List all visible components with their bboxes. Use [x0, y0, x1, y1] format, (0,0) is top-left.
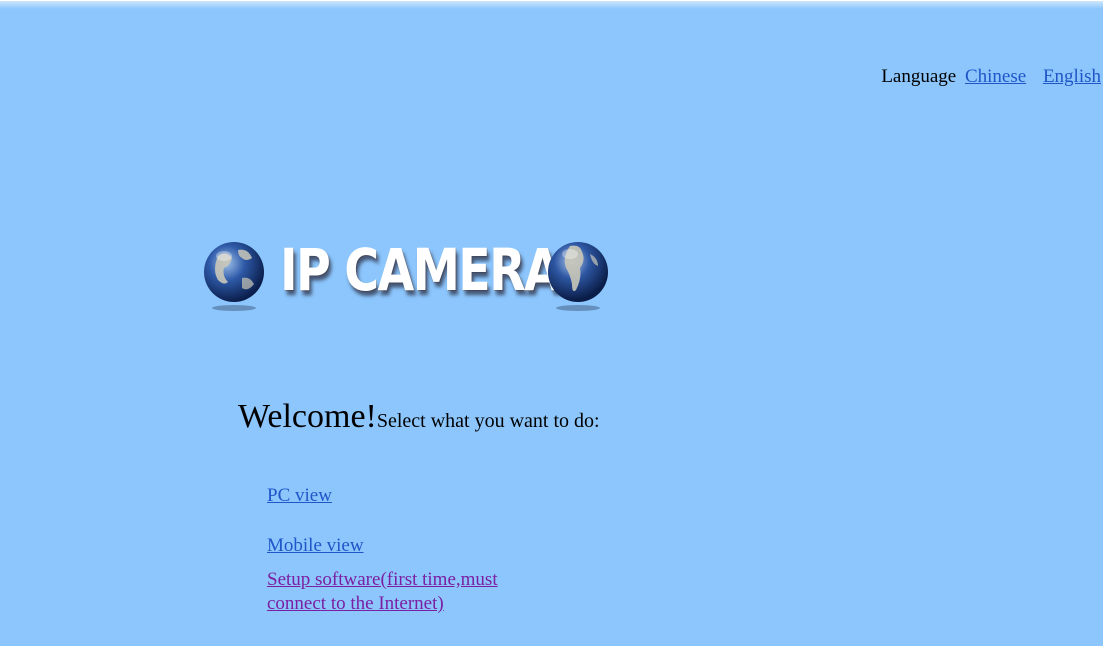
language-link-english[interactable]: English: [1043, 66, 1101, 87]
language-bar: Language Chinese English: [881, 66, 1101, 88]
welcome-heading: Welcome!: [238, 398, 377, 435]
welcome-prompt: Select what you want to do:: [376, 410, 600, 432]
logo-title: IP CAMERA: [280, 236, 561, 304]
globe-icon: [548, 242, 608, 311]
top-rule: [0, 0, 1103, 9]
language-link-chinese[interactable]: Chinese: [965, 66, 1026, 87]
globe-icon: [204, 242, 264, 311]
view-options: PC view Mobile view Setup software(first…: [267, 484, 527, 616]
setup-software-link[interactable]: Setup software(first time,must connect t…: [267, 568, 517, 616]
welcome-line: Welcome!Select what you want to do:: [238, 398, 600, 436]
pc-view-link[interactable]: PC view: [267, 484, 527, 508]
page: Language Chinese English IP CAMERA Welco…: [0, 0, 1103, 646]
ip-camera-logo: IP CAMERA: [202, 228, 612, 312]
mobile-view-link[interactable]: Mobile view: [267, 534, 527, 558]
language-label: Language: [881, 66, 957, 87]
